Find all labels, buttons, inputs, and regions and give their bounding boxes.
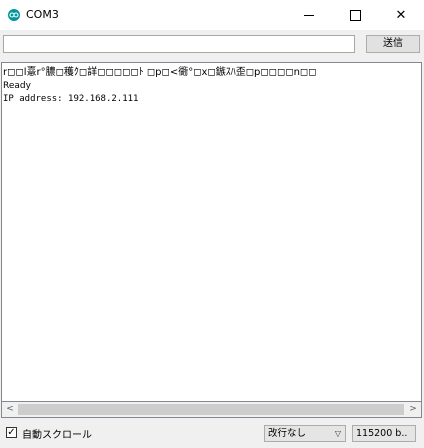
maximize-icon — [349, 9, 361, 21]
line-ending-value: 改行なし — [268, 428, 307, 439]
scroll-right-icon[interactable]: > — [406, 403, 420, 416]
output-line: IP address: 192.168.2.111 — [3, 94, 139, 104]
scroll-thumb[interactable] — [18, 404, 404, 415]
minimize-button[interactable] — [286, 0, 332, 30]
close-button[interactable]: ✕ — [378, 0, 424, 30]
footer-bar: ✓ 自動スクロール 改行なし ▽ 115200 b.. — [0, 422, 424, 448]
serial-output[interactable]: r◻◻l憙r°膿◻穫ｸ◻詳◻◻◻◻◻ﾄ ◻p◻<衚°◻x◻鏃ｽﾊ歪◻p◻◻◻◻n… — [1, 62, 422, 402]
line-ending-select[interactable]: 改行なし ▽ — [264, 425, 346, 442]
check-icon: ✓ — [7, 427, 16, 438]
horizontal-scrollbar[interactable]: < > — [1, 402, 422, 418]
output-line: Ready — [3, 81, 31, 91]
autoscroll-label: 自動スクロール — [22, 430, 92, 441]
send-row: 送信 — [0, 32, 424, 58]
chevron-down-icon: ▽ — [334, 429, 341, 438]
baud-rate-select[interactable]: 115200 b.. — [352, 425, 416, 442]
send-button[interactable]: 送信 — [366, 35, 420, 53]
close-icon: ✕ — [395, 7, 407, 23]
window-title: COM3 — [26, 8, 59, 21]
baud-rate-value: 115200 b.. — [356, 428, 408, 439]
send-input[interactable] — [3, 35, 355, 53]
title-bar: COM3 ✕ — [0, 0, 424, 30]
output-line: r◻◻l憙r°膿◻穫ｸ◻詳◻◻◻◻◻ﾄ ◻p◻<衚°◻x◻鏃ｽﾊ歪◻p◻◻◻◻n… — [3, 67, 317, 78]
scroll-left-icon[interactable]: < — [3, 403, 17, 416]
autoscroll-checkbox[interactable]: ✓ — [6, 427, 17, 438]
maximize-button[interactable] — [332, 0, 378, 30]
arduino-icon — [8, 9, 20, 21]
minimize-icon — [304, 14, 314, 16]
